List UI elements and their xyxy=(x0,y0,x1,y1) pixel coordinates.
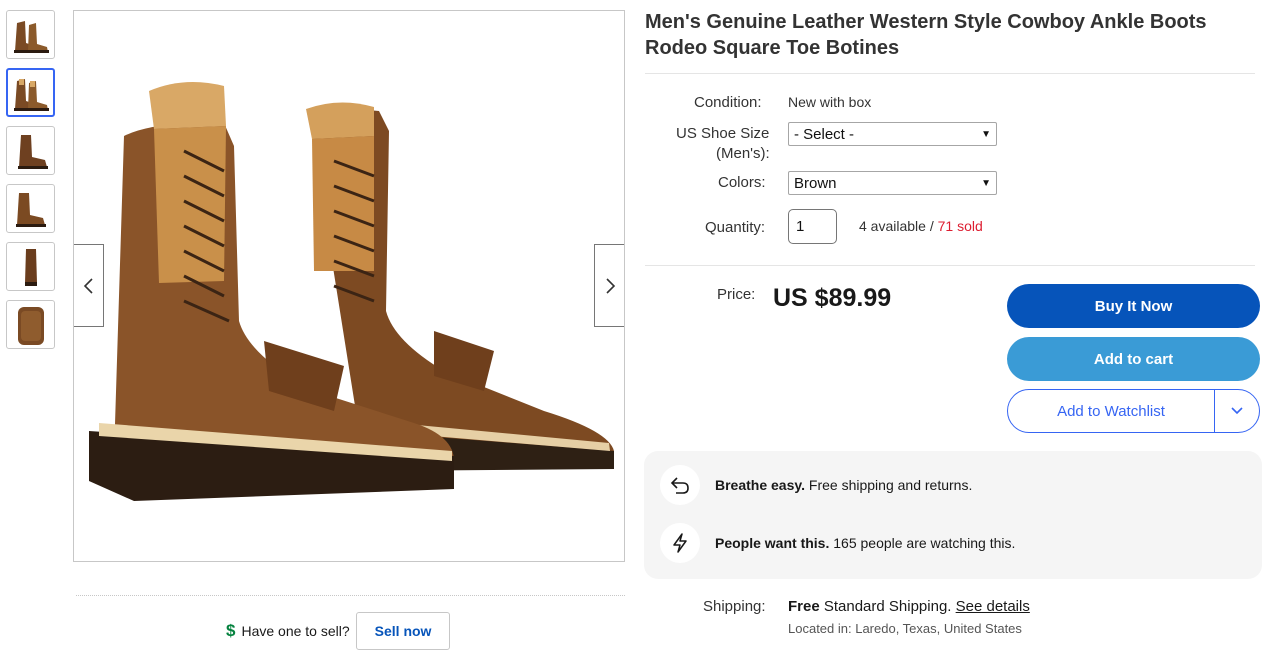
sell-now-button[interactable]: Sell now xyxy=(355,612,451,650)
boot-back-thumbnail-image xyxy=(24,248,37,286)
add-to-cart-button[interactable]: Add to cart xyxy=(1007,337,1260,381)
thumbnail-5[interactable] xyxy=(6,242,55,291)
sold-count-link[interactable]: 71 sold xyxy=(938,218,983,234)
main-product-image[interactable] xyxy=(73,10,625,562)
size-label-line2: (Men's): xyxy=(716,145,770,162)
boot-pair-thumbnail-image xyxy=(13,78,49,111)
watchlist-dropdown-button[interactable] xyxy=(1215,390,1259,432)
condition-value: New with box xyxy=(788,94,872,110)
shipping-method: Standard Shipping. xyxy=(819,598,956,615)
divider xyxy=(76,595,625,596)
free-returns-bold: Breathe easy. xyxy=(715,477,806,493)
watchers-detail: 165 people are watching this. xyxy=(829,535,1016,551)
shoe-size-selected: - Select - xyxy=(794,125,855,143)
size-label-line1: US Shoe Size xyxy=(676,125,770,142)
divider xyxy=(645,73,1255,74)
thumbnail-6[interactable] xyxy=(6,300,55,349)
cowboy-boots-image xyxy=(89,82,614,501)
divider xyxy=(645,265,1255,266)
available-count: 4 available / xyxy=(859,218,934,234)
condition-label: Condition: xyxy=(694,94,762,111)
quantity-input[interactable]: 1 xyxy=(788,209,837,244)
price-value: US $89.99 xyxy=(773,284,892,312)
thumbnail-2[interactable] xyxy=(6,68,55,117)
next-image-button[interactable] xyxy=(594,244,624,327)
shipping-label: Shipping: xyxy=(703,598,766,615)
colors-selected: Brown xyxy=(794,174,837,192)
item-location: Located in: Laredo, Texas, United States xyxy=(788,621,1022,636)
watchers-highlight: People want this. 165 people are watchin… xyxy=(660,523,1015,563)
chevron-down-icon: ▼ xyxy=(981,177,991,189)
see-details-link[interactable]: See details xyxy=(956,598,1030,615)
free-returns-highlight: Breathe easy. Free shipping and returns. xyxy=(660,465,972,505)
boot-side-thumbnail-image xyxy=(17,134,48,169)
free-returns-text: Breathe easy. Free shipping and returns. xyxy=(715,477,972,493)
boot-pair-thumbnail-image xyxy=(13,20,49,53)
return-arrow-icon xyxy=(660,465,700,505)
chevron-left-icon xyxy=(83,277,93,294)
boot-angle-thumbnail-image xyxy=(15,192,46,227)
price-label: Price: xyxy=(717,286,756,303)
lightning-icon xyxy=(660,523,700,563)
thumbnail-4[interactable] xyxy=(6,184,55,233)
product-title: Men's Genuine Leather Western Style Cowb… xyxy=(645,11,1207,59)
colors-select[interactable]: Brown ▼ xyxy=(788,171,997,195)
availability-text: 4 available / 71 sold xyxy=(859,218,983,234)
shipping-value: Free Standard Shipping. See details xyxy=(788,598,1030,615)
chevron-right-icon xyxy=(605,277,615,294)
shipping-free: Free xyxy=(788,598,820,615)
sell-prompt: $ Have one to sell? Sell now xyxy=(226,612,451,650)
watchers-bold: People want this. xyxy=(715,535,830,551)
highlights-panel: Breathe easy. Free shipping and returns.… xyxy=(644,451,1262,579)
previous-image-button[interactable] xyxy=(74,244,104,327)
thumbnail-1[interactable] xyxy=(6,10,55,59)
watchlist-button-group: Add to Watchlist xyxy=(1007,389,1260,433)
sell-prompt-text: Have one to sell? xyxy=(241,623,350,639)
quantity-label: Quantity: xyxy=(705,219,766,236)
chevron-down-icon xyxy=(1231,407,1243,415)
colors-label: Colors: xyxy=(718,174,766,191)
chevron-down-icon: ▼ xyxy=(981,128,991,140)
thumbnail-strip xyxy=(6,10,56,358)
free-returns-detail: Free shipping and returns. xyxy=(805,477,973,493)
shoe-size-select[interactable]: - Select - ▼ xyxy=(788,122,997,146)
thumbnail-3[interactable] xyxy=(6,126,55,175)
buy-it-now-button[interactable]: Buy It Now xyxy=(1007,284,1260,328)
watchers-text: People want this. 165 people are watchin… xyxy=(715,535,1015,551)
dollar-icon: $ xyxy=(226,621,236,640)
boot-sole-thumbnail-image xyxy=(17,306,44,345)
add-to-watchlist-button[interactable]: Add to Watchlist xyxy=(1008,390,1215,432)
